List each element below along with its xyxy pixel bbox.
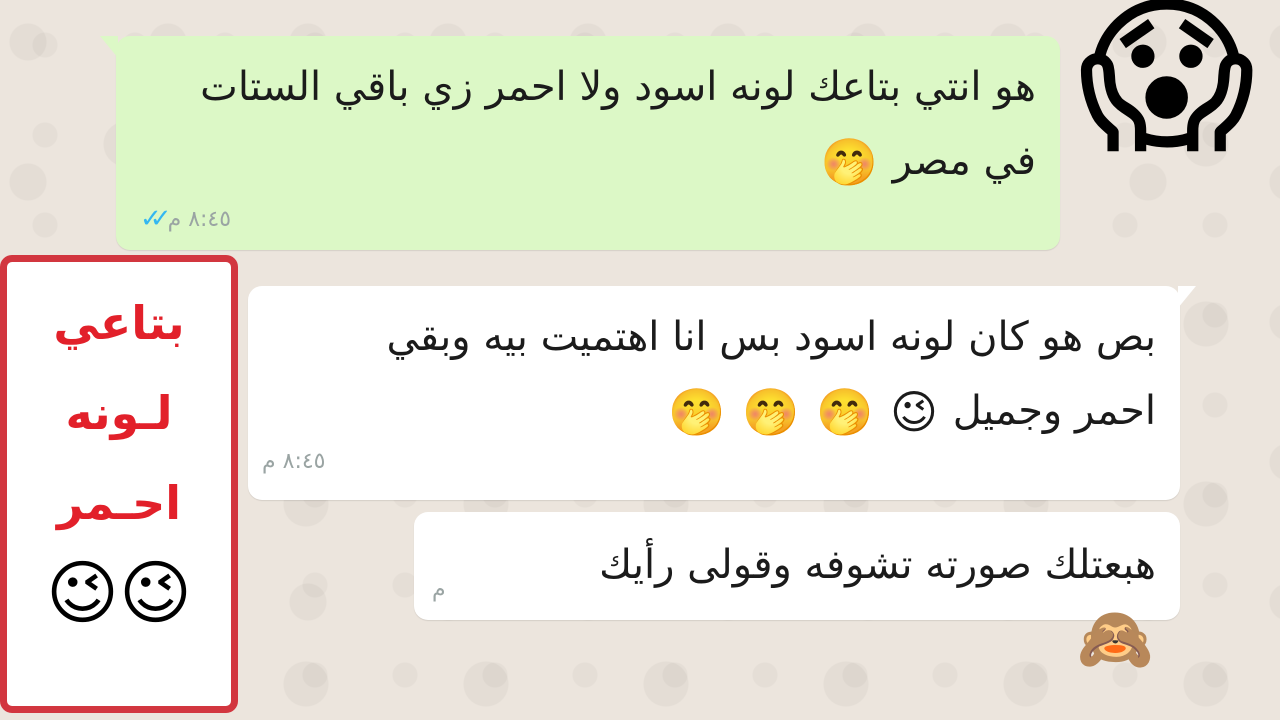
message-text-line: احمر وجميل 😉 🤭 🤭 🤭 <box>276 374 1156 449</box>
caption-emoji-row: 😉😉 <box>46 558 192 628</box>
message-text: في مصر <box>892 138 1036 184</box>
message-text-line: هو انتي بتاعك لونه اسود ولا احمر زي باقي… <box>200 64 1036 110</box>
bubble-tail <box>1178 286 1196 308</box>
caption-panel: بتاعي لـونه احـمر 😉😉 <box>0 255 238 713</box>
winking-face-emoji-icon: 😉 <box>119 552 192 634</box>
hand-over-mouth-emoji-icon: 🤭 <box>668 385 726 439</box>
message-meta: ٨:٤٥ م <box>262 449 326 474</box>
message-time: م <box>432 577 446 602</box>
message-text-line: بص هو كان لونه اسود بس انا اهتميت بيه وب… <box>386 314 1156 360</box>
winking-face-emoji-icon: 😉 <box>46 552 119 634</box>
caption-line: بتاعي <box>53 296 185 350</box>
message-text-line: في مصر 🤭 <box>136 124 1036 199</box>
message-bubble-incoming[interactable]: بص هو كان لونه اسود بس انا اهتميت بيه وب… <box>248 286 1196 500</box>
hand-over-mouth-emoji-icon: 🤭 <box>820 135 878 189</box>
hand-over-mouth-emoji-icon: 🤭 <box>816 385 874 439</box>
message-text-line: هبعتلك صورته تشوفه وقولى رأيك 🙈 <box>516 528 1156 680</box>
screaming-face-emoji-icon: 😱 <box>1078 0 1256 176</box>
bubble-tail <box>100 36 118 58</box>
caption-line: لـونه <box>65 386 173 440</box>
message-text: احمر وجميل <box>952 388 1156 434</box>
hand-over-mouth-emoji-icon: 🤭 <box>742 385 800 439</box>
caption-line: احـمر <box>56 476 182 530</box>
see-no-evil-monkey-emoji-icon: 🙈 <box>1076 602 1154 675</box>
read-ticks-icon: ✓✓ <box>140 204 171 234</box>
winking-face-emoji-icon: 😉 <box>890 385 938 439</box>
message-time: ٨:٤٥ م <box>167 206 232 232</box>
message-time: ٨:٤٥ م <box>262 449 326 474</box>
message-text: هبعتلك صورته تشوفه وقولى رأيك <box>599 542 1156 588</box>
message-meta: م <box>432 577 446 602</box>
message-meta: ٨:٤٥ م ✓✓ <box>140 204 231 234</box>
message-bubble-incoming[interactable]: هبعتلك صورته تشوفه وقولى رأيك 🙈 م <box>414 512 1180 675</box>
message-bubble-outgoing[interactable]: هو انتي بتاعك لونه اسود ولا احمر زي باقي… <box>100 36 1060 250</box>
